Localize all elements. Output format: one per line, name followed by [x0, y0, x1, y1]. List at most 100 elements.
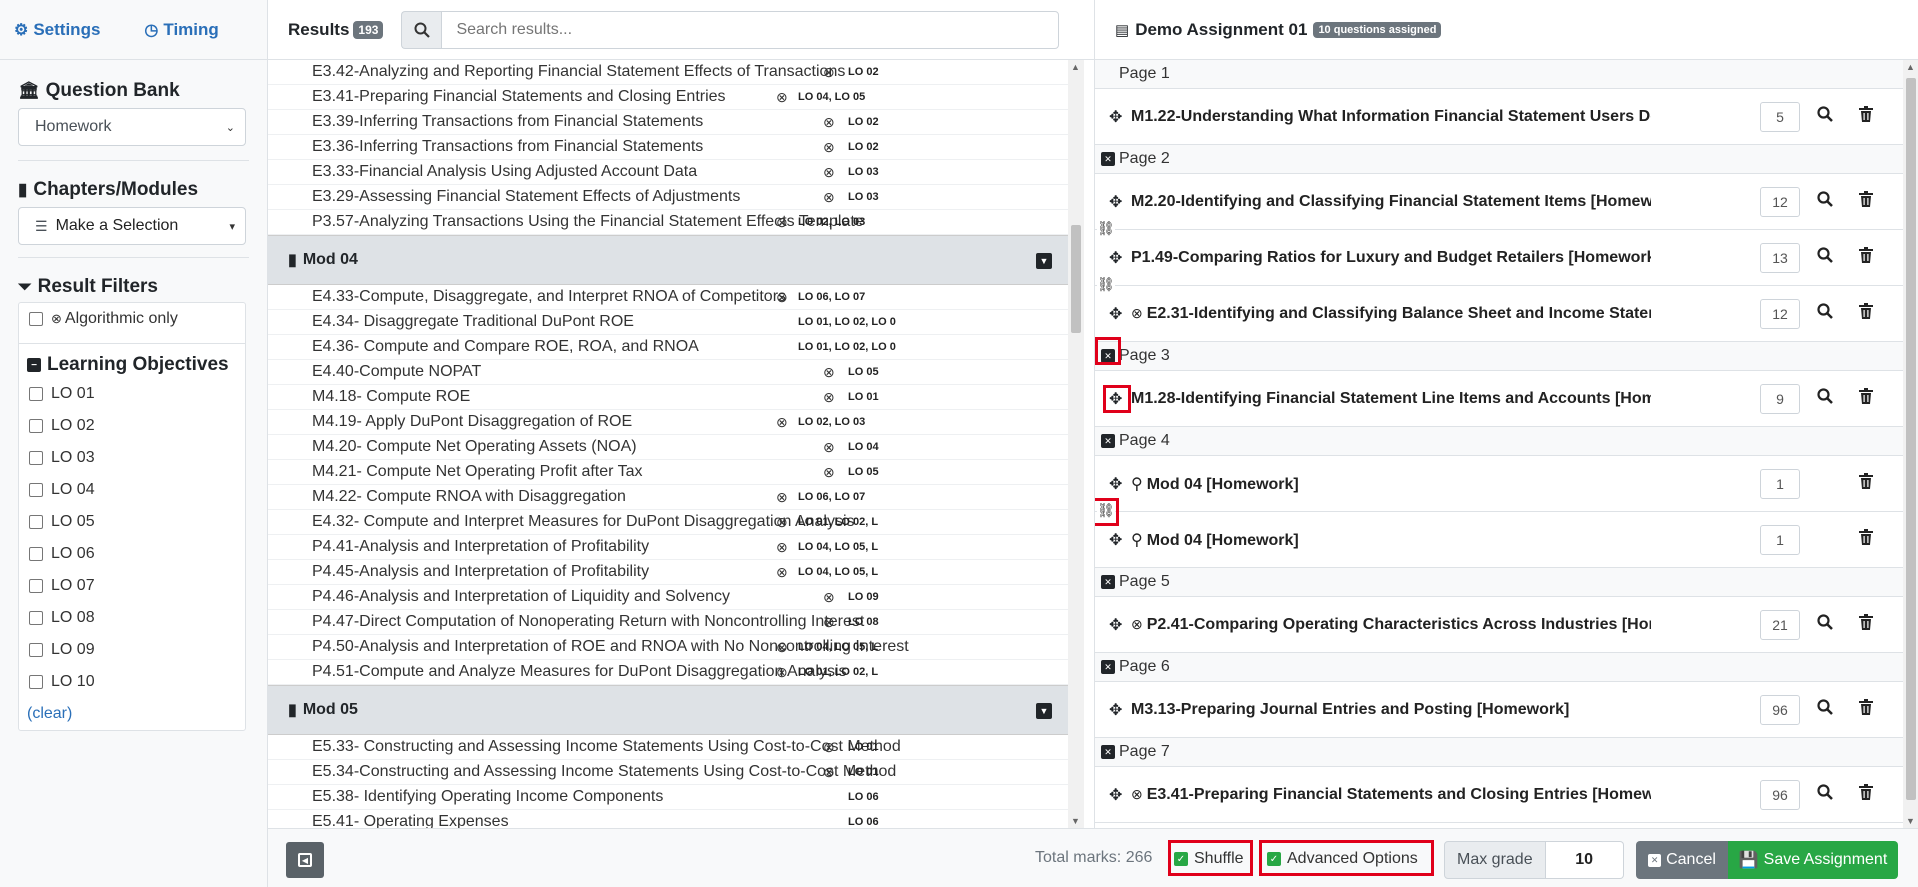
- result-row[interactable]: E3.39-Inferring Transactions from Financ…: [268, 110, 1068, 135]
- result-row[interactable]: E4.40-Compute NOPAT ⊗ LO 05: [268, 360, 1068, 385]
- result-row[interactable]: M4.21- Compute Net Operating Profit afte…: [268, 460, 1068, 485]
- question-bank-select[interactable]: Homework ⌄: [18, 108, 246, 146]
- scroll-up-icon[interactable]: ▲: [1906, 62, 1915, 72]
- module-group-header[interactable]: ▮ Mod 04 ▼: [268, 235, 1068, 285]
- preview-icon[interactable]: [1817, 784, 1833, 805]
- trash-icon[interactable]: [1859, 473, 1873, 494]
- result-row[interactable]: P4.47-Direct Computation of Nonoperating…: [268, 610, 1068, 635]
- result-row[interactable]: E4.33-Compute, Disaggregate, and Interpr…: [268, 285, 1068, 310]
- lo-checkbox[interactable]: [29, 579, 43, 593]
- result-row[interactable]: E5.33- Constructing and Assessing Income…: [268, 735, 1068, 760]
- clear-filters-link[interactable]: (clear): [19, 698, 245, 730]
- remove-page-icon[interactable]: ✕: [1101, 745, 1115, 759]
- marks-input[interactable]: 5: [1760, 101, 1800, 132]
- lo-checkbox[interactable]: [29, 387, 43, 401]
- result-row[interactable]: E4.32- Compute and Interpret Measures fo…: [268, 510, 1068, 535]
- result-row[interactable]: E4.34- Disaggregate Traditional DuPont R…: [268, 310, 1068, 335]
- result-row[interactable]: P4.45-Analysis and Interpretation of Pro…: [268, 560, 1068, 585]
- preview-icon[interactable]: [1817, 191, 1833, 212]
- move-icon[interactable]: ✥: [1109, 530, 1122, 550]
- lo-checkbox[interactable]: [29, 643, 43, 657]
- collapse-sidebar-button[interactable]: ◀: [286, 842, 324, 878]
- learning-objectives-heading[interactable]: − Learning Objectives: [19, 344, 245, 378]
- assigned-question[interactable]: ✥ M2.20-Identifying and Classifying Finan…: [1095, 174, 1903, 237]
- preview-icon[interactable]: [1817, 614, 1833, 635]
- lo-checkbox[interactable]: [29, 611, 43, 625]
- marks-input[interactable]: 96: [1760, 694, 1800, 725]
- collapse-icon[interactable]: ▼: [1036, 703, 1052, 719]
- trash-icon[interactable]: [1859, 303, 1873, 324]
- result-row[interactable]: P3.57-Analyzing Transactions Using the F…: [268, 210, 1068, 235]
- trash-icon[interactable]: [1859, 191, 1873, 212]
- assigned-question[interactable]: ✥ ⊗ E2.31-Identifying and Classifying Bala…: [1095, 286, 1903, 342]
- result-row[interactable]: E3.36-Inferring Transactions from Financ…: [268, 135, 1068, 160]
- assigned-question[interactable]: ✥ ⚲ Mod 04 [Homework] 1: [1095, 512, 1903, 568]
- lo-checkbox[interactable]: [29, 675, 43, 689]
- lo-filter-item[interactable]: LO 08: [19, 602, 245, 634]
- result-row[interactable]: E3.41-Preparing Financial Statements and…: [268, 85, 1068, 110]
- result-row[interactable]: P4.41-Analysis and Interpretation of Pro…: [268, 535, 1068, 560]
- trash-icon[interactable]: [1859, 529, 1873, 550]
- lo-filter-item[interactable]: LO 09: [19, 634, 245, 666]
- module-group-header[interactable]: ▮ Mod 05 ▼: [268, 685, 1068, 735]
- preview-icon[interactable]: [1817, 247, 1833, 268]
- lo-filter-item[interactable]: LO 01: [19, 378, 245, 410]
- preview-icon[interactable]: [1817, 388, 1833, 409]
- move-icon[interactable]: ✥: [1109, 248, 1122, 268]
- result-row[interactable]: E5.38- Identifying Operating Income Comp…: [268, 785, 1068, 810]
- move-icon[interactable]: ✥: [1109, 107, 1122, 127]
- move-icon[interactable]: ✥: [1109, 615, 1122, 635]
- search-input[interactable]: [441, 10, 1060, 49]
- result-row[interactable]: E4.36- Compute and Compare ROE, ROA, and…: [268, 335, 1068, 360]
- marks-input[interactable]: 1: [1760, 524, 1800, 555]
- results-scrollbar[interactable]: ▲ ▼: [1068, 60, 1084, 828]
- lo-filter-item[interactable]: LO 05: [19, 506, 245, 538]
- lo-filter-item[interactable]: LO 02: [19, 410, 245, 442]
- scroll-up-icon[interactable]: ▲: [1071, 62, 1080, 72]
- remove-page-icon[interactable]: ✕: [1101, 660, 1115, 674]
- result-row[interactable]: E3.42-Analyzing and Reporting Financial …: [268, 60, 1068, 85]
- lo-checkbox[interactable]: [29, 419, 43, 433]
- result-row[interactable]: E3.33-Financial Analysis Using Adjusted …: [268, 160, 1068, 185]
- preview-icon[interactable]: [1817, 106, 1833, 127]
- scroll-down-icon[interactable]: ▼: [1071, 816, 1080, 826]
- remove-page-icon[interactable]: ✕: [1101, 434, 1115, 448]
- result-row[interactable]: E3.29-Assessing Financial Statement Effe…: [268, 185, 1068, 210]
- unlink-icon[interactable]: ⛓: [1097, 276, 1115, 293]
- collapse-icon[interactable]: ▼: [1036, 253, 1052, 269]
- marks-input[interactable]: 21: [1760, 609, 1800, 640]
- move-icon[interactable]: ✥: [1109, 304, 1122, 324]
- marks-input[interactable]: 1: [1760, 468, 1800, 499]
- assigned-question[interactable]: ✥ ⊗ P2.41-Comparing Operating Characterist…: [1095, 597, 1903, 653]
- trash-icon[interactable]: [1859, 784, 1873, 805]
- tab-settings[interactable]: ⚙ Settings: [14, 20, 100, 40]
- assigned-question[interactable]: ✥ ⊗ E3.41-Preparing Financial Statements a…: [1095, 767, 1903, 823]
- lo-checkbox[interactable]: [29, 515, 43, 529]
- result-row[interactable]: M4.19- Apply DuPont Disaggregation of RO…: [268, 410, 1068, 435]
- result-row[interactable]: M4.18- Compute ROE ⊗ LO 01: [268, 385, 1068, 410]
- lo-checkbox[interactable]: [29, 547, 43, 561]
- algorithmic-checkbox[interactable]: [29, 312, 43, 326]
- assigned-question[interactable]: ✥ M3.13-Preparing Journal Entries and Pos…: [1095, 682, 1903, 738]
- trash-icon[interactable]: [1859, 247, 1873, 268]
- save-assignment-button[interactable]: 💾 Save Assignment: [1728, 841, 1898, 879]
- lo-checkbox[interactable]: [29, 451, 43, 465]
- marks-input[interactable]: 13: [1760, 242, 1800, 273]
- assigned-question[interactable]: ✥ M1.22-Understanding What Information Fi…: [1095, 89, 1903, 145]
- unlink-icon[interactable]: ⛓: [1097, 220, 1115, 237]
- trash-icon[interactable]: [1859, 614, 1873, 635]
- assignment-scroll-thumb[interactable]: [1906, 78, 1916, 800]
- assigned-question[interactable]: ✥ ⚲ Mod 04 [Homework] 1 ⛓: [1095, 456, 1903, 526]
- result-row[interactable]: E5.41- Operating Expenses LO 06: [268, 810, 1068, 828]
- lo-filter-item[interactable]: LO 10: [19, 666, 245, 698]
- chapters-select[interactable]: ☰ Make a Selection ▾: [18, 207, 246, 245]
- trash-icon[interactable]: [1859, 106, 1873, 127]
- lo-filter-item[interactable]: LO 04: [19, 474, 245, 506]
- remove-page-icon[interactable]: ✕: [1101, 152, 1115, 166]
- move-icon[interactable]: ✥: [1109, 785, 1122, 805]
- move-icon[interactable]: ✥: [1109, 192, 1122, 212]
- search-button[interactable]: [401, 10, 442, 49]
- cancel-button[interactable]: ✕ Cancel: [1636, 841, 1728, 879]
- lo-filter-item[interactable]: LO 06: [19, 538, 245, 570]
- result-row[interactable]: M4.22- Compute RNOA with Disaggregation ⊗…: [268, 485, 1068, 510]
